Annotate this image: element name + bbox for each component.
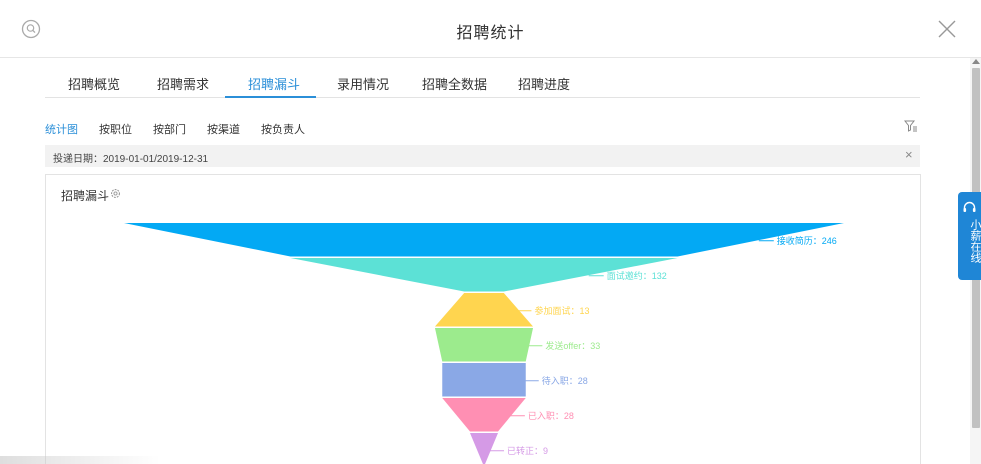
tab-funnel[interactable]: 招聘漏斗	[248, 74, 300, 93]
funnel-label: 待入职：28	[542, 375, 588, 386]
subtab-by-owner[interactable]: 按负责人	[261, 121, 305, 137]
subtab-by-position[interactable]: 按职位	[99, 121, 132, 137]
online-support-widget[interactable]: 小薪在线	[958, 192, 981, 280]
headset-icon	[963, 201, 976, 212]
funnel-segment[interactable]	[442, 363, 526, 397]
funnel-segment[interactable]	[470, 433, 498, 464]
funnel-label: 面试邀约：132	[607, 270, 667, 281]
funnel-chart: 接收简历：246 面试邀约：132 参加面试：13 发送offer：33 待入职：28 已…	[124, 223, 844, 464]
close-icon[interactable]	[937, 19, 957, 39]
subtab-chart[interactable]: 统计图	[45, 121, 78, 137]
funnel-segment[interactable]	[442, 398, 526, 432]
subtab-by-channel[interactable]: 按渠道	[207, 121, 240, 137]
funnel-label: 参加面试：13	[534, 305, 589, 316]
funnel-panel: 招聘漏斗 接收简历：246 面试邀约：132 参加面试：13 发送offer：33 待入…	[45, 174, 921, 464]
tab-all-data[interactable]: 招聘全数据	[422, 74, 487, 93]
dialog-header: 招聘统计	[0, 0, 981, 58]
funnel-label: 已入职：28	[528, 411, 574, 421]
funnel-label: 发送offer：33	[545, 340, 600, 351]
funnel-segment[interactable]	[434, 293, 534, 327]
funnel-segment[interactable]	[434, 328, 534, 362]
tab-overview[interactable]: 招聘概览	[68, 74, 120, 93]
filter-icon[interactable]	[904, 119, 918, 133]
clear-filter-button[interactable]: ×	[905, 147, 913, 162]
date-filter-bar: 投递日期：2019-01-01/2019-12-31 ×	[45, 145, 920, 167]
bottom-shadow	[0, 456, 160, 464]
active-tab-indicator	[225, 96, 316, 98]
funnel-label: 接收简历：246	[777, 235, 837, 246]
tab-demand[interactable]: 招聘需求	[157, 74, 209, 93]
date-filter-text: 投递日期：2019-01-01/2019-12-31	[53, 154, 209, 165]
funnel-label: 已转正：9	[507, 445, 548, 456]
dialog-title: 招聘统计	[456, 25, 525, 42]
online-widget-label: 小薪在线	[969, 219, 981, 263]
tab-progress[interactable]: 招聘进度	[518, 74, 570, 93]
tab-hiring[interactable]: 录用情况	[337, 74, 389, 93]
scroll-up-icon[interactable]	[972, 59, 980, 64]
main-tabs: 招聘概览 招聘需求 招聘漏斗 录用情况 招聘全数据 招聘进度	[45, 66, 920, 98]
recruit-stats-page: 招聘统计 招聘概览 招聘需求 招聘漏斗 录用情况 招聘全数据 招聘进度 统计图 …	[0, 0, 981, 464]
funnel-segment[interactable]	[124, 223, 844, 257]
subtab-by-department[interactable]: 按部门	[153, 121, 186, 137]
